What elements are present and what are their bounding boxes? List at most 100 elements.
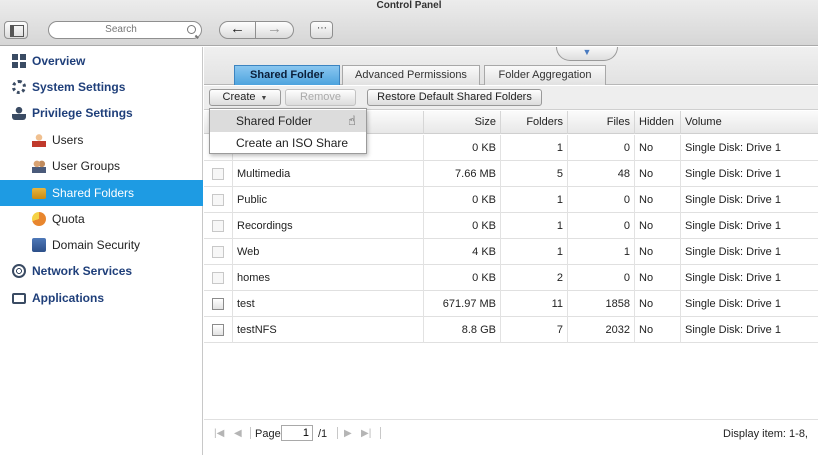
row-checkbox[interactable]	[212, 272, 224, 284]
table-row[interactable]: homes 0 KB 2 0 No Single Disk: Drive 1	[204, 265, 818, 291]
cell-files: 0	[567, 265, 634, 291]
cell-name: test	[232, 291, 423, 317]
cell-size: 8.8 GB	[423, 317, 500, 343]
chevron-down-icon: ▼	[582, 47, 592, 57]
column-header-hidden[interactable]: Hidden	[634, 111, 680, 134]
app-grid-button[interactable]: ⋯	[310, 21, 333, 39]
column-header-folders[interactable]: Folders	[500, 111, 567, 134]
cell-folders: 7	[500, 317, 567, 343]
table-row[interactable]: Multimedia 7.66 MB 5 48 No Single Disk: Drive…	[204, 161, 818, 187]
next-page-icon[interactable]: ▶	[344, 428, 352, 439]
search-box[interactable]	[48, 21, 202, 39]
sidebar-item-users[interactable]: Users	[0, 127, 203, 153]
cell-name: testNFS	[232, 317, 423, 343]
cell-size: 0 KB	[423, 213, 500, 239]
cell-files: 0	[567, 187, 634, 213]
sidebar-item-overview[interactable]: Overview	[0, 48, 203, 74]
tab-advanced-permissions[interactable]: Advanced Permissions	[342, 65, 480, 85]
sidebar-item-label: System Settings	[32, 80, 126, 94]
sidebar-item-label: Domain Security	[52, 238, 141, 252]
column-header-size[interactable]: Size	[423, 111, 500, 134]
table-row[interactable]: Recordings 0 KB 1 0 No Single Disk: Drive 1	[204, 213, 818, 239]
create-button-label: Create	[222, 91, 256, 103]
menu-item-create-iso-share[interactable]: Create an ISO Share	[210, 132, 366, 154]
first-page-icon[interactable]: |◀	[214, 428, 224, 439]
table-row[interactable]: testNFS 8.8 GB 7 2032 No Single Disk: Drive 1	[204, 317, 818, 343]
column-header-files[interactable]: Files	[567, 111, 634, 134]
back-button[interactable]: ←	[219, 21, 256, 39]
create-button[interactable]: Create ▼	[209, 89, 281, 106]
forward-button[interactable]: →	[256, 21, 294, 39]
cell-hidden: No	[634, 265, 680, 291]
last-page-icon[interactable]: ▶|	[361, 428, 371, 439]
row-checkbox[interactable]	[212, 246, 224, 258]
page-total: /1	[318, 428, 328, 440]
previous-page-icon[interactable]: ◀	[234, 428, 242, 439]
sidebar-item-applications[interactable]: Applications	[0, 285, 203, 311]
cell-files: 1858	[567, 291, 634, 317]
sidebar-item-label: Quota	[52, 212, 85, 226]
sidebar-item-label: Privilege Settings	[32, 106, 133, 120]
sidebar-item-network-services[interactable]: Network Services	[0, 258, 203, 284]
restore-default-button[interactable]: Restore Default Shared Folders	[367, 89, 542, 106]
sidebar-item-user-groups[interactable]: User Groups	[0, 153, 203, 179]
apps-icon	[12, 293, 26, 304]
collapse-handle[interactable]: ▼	[556, 47, 618, 61]
row-checkbox[interactable]	[212, 220, 224, 232]
cell-folders: 11	[500, 291, 567, 317]
pagination-bar: |◀ ◀ Page /1 ▶ ▶| Display item: 1-8,	[204, 419, 818, 447]
cell-files: 0	[567, 213, 634, 239]
search-input[interactable]	[61, 24, 181, 35]
row-checkbox[interactable]	[212, 298, 224, 310]
sidebar-item-label: User Groups	[52, 159, 121, 173]
sidebar-item-domain-security[interactable]: Domain Security	[0, 232, 203, 258]
sidebar-item-system-settings[interactable]: System Settings	[0, 74, 203, 100]
cell-hidden: No	[634, 161, 680, 187]
row-checkbox[interactable]	[212, 168, 224, 180]
search-icon[interactable]	[187, 25, 196, 34]
cell-hidden: No	[634, 187, 680, 213]
folder-icon	[32, 188, 46, 199]
cell-size: 0 KB	[423, 135, 500, 161]
cell-size: 0 KB	[423, 265, 500, 291]
cell-hidden: No	[634, 135, 680, 161]
cell-volume: Single Disk: Drive 1	[680, 239, 818, 265]
quota-icon	[32, 212, 46, 226]
sidebar-item-label: Shared Folders	[52, 186, 135, 200]
cell-name: Web	[232, 239, 423, 265]
sidebar-item-shared-folders[interactable]: Shared Folders	[0, 180, 203, 206]
domain-icon	[32, 238, 46, 252]
separator	[250, 427, 251, 439]
sidebar-item-quota[interactable]: Quota	[0, 206, 203, 232]
cell-name: Recordings	[232, 213, 423, 239]
tab-folder-aggregation[interactable]: Folder Aggregation	[484, 65, 606, 85]
page-number-input[interactable]	[281, 425, 313, 441]
sidebar-item-label: Network Services	[32, 264, 133, 278]
cell-name: homes	[232, 265, 423, 291]
tab-shared-folder[interactable]: Shared Folder	[234, 65, 340, 85]
remove-button[interactable]: Remove	[285, 89, 356, 106]
cell-hidden: No	[634, 239, 680, 265]
sidebar-toggle-button[interactable]	[4, 21, 28, 39]
row-checkbox[interactable]	[212, 324, 224, 336]
tab-bar: ▼ Shared Folder Advanced Permissions Fol…	[204, 47, 818, 85]
cell-hidden: No	[634, 317, 680, 343]
window-title: Control Panel	[376, 0, 442, 11]
cell-files: 0	[567, 135, 634, 161]
column-header-volume[interactable]: Volume	[680, 111, 818, 134]
sidebar: Overview System Settings Privilege Setti…	[0, 47, 203, 455]
table-row[interactable]: Public 0 KB 1 0 No Single Disk: Drive 1	[204, 187, 818, 213]
menu-item-shared-folder[interactable]: Shared Folder	[210, 110, 366, 132]
cell-folders: 1	[500, 239, 567, 265]
window-toolbar: Control Panel ← → ⋯	[0, 0, 818, 46]
cell-files: 1	[567, 239, 634, 265]
sidebar-item-privilege-settings[interactable]: Privilege Settings	[0, 100, 203, 126]
cell-files: 2032	[567, 317, 634, 343]
table-row[interactable]: Web 4 KB 1 1 No Single Disk: Drive 1	[204, 239, 818, 265]
cell-folders: 1	[500, 213, 567, 239]
hand-cursor-icon: ☝	[348, 113, 356, 128]
action-bar: Create ▼ Remove Restore Default Shared Fo…	[204, 86, 818, 110]
table-row[interactable]: test 671.97 MB 11 1858 No Single Disk: Drive …	[204, 291, 818, 317]
display-info: Display item: 1-8,	[723, 428, 808, 440]
row-checkbox[interactable]	[212, 194, 224, 206]
